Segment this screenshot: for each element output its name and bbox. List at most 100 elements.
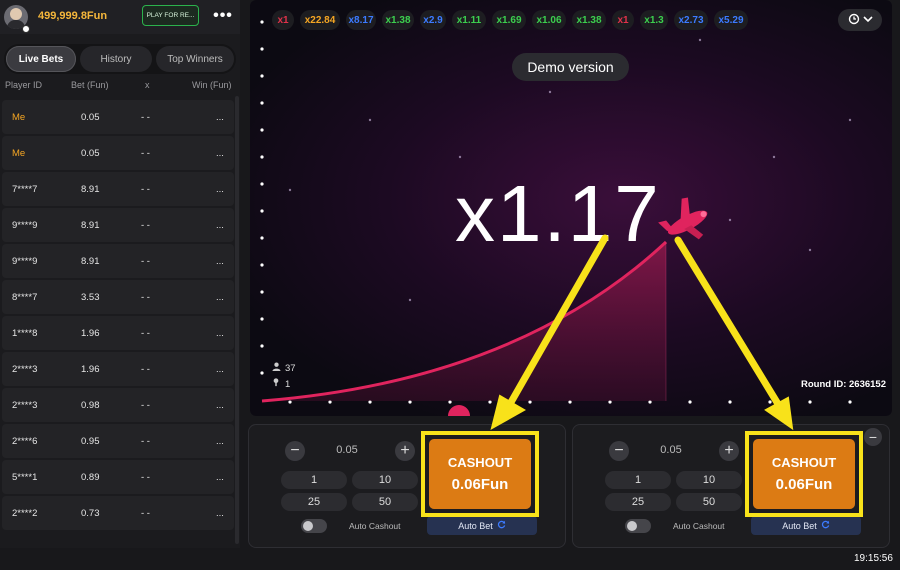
bet-amount: 0.89 bbox=[81, 472, 100, 483]
win-amount: ... bbox=[216, 220, 224, 231]
win-amount: ... bbox=[216, 328, 224, 339]
more-menu-button[interactable]: ••• bbox=[208, 3, 238, 29]
bet-multiplier: - - bbox=[141, 256, 150, 267]
bet-multiplier: - - bbox=[141, 184, 150, 195]
bets-sidebar: 499,999.8Fun PLAY FOR RE... ••• Live Bet… bbox=[0, 0, 240, 548]
quick-bet-button[interactable]: 1 bbox=[605, 471, 671, 489]
tab-live-bets[interactable]: Live Bets bbox=[6, 46, 76, 72]
cashout-button[interactable]: CASHOUT 0.06Fun bbox=[429, 439, 531, 509]
increase-bet-button[interactable]: + bbox=[395, 441, 415, 461]
bet-amount: 8.91 bbox=[81, 256, 100, 267]
cashout-highlight: CASHOUT 0.06Fun bbox=[421, 431, 539, 517]
bet-amount: 1.96 bbox=[81, 364, 100, 375]
tab-top-winners[interactable]: Top Winners bbox=[156, 46, 234, 72]
bet-row: Me 0.05 - -... bbox=[2, 100, 234, 134]
current-multiplier: x1.17 bbox=[455, 169, 661, 258]
y-axis-dot bbox=[260, 209, 264, 213]
bet-row: 9****9 8.91 - -... bbox=[2, 244, 234, 278]
win-amount: ... bbox=[216, 256, 224, 267]
bet-row: 2****3 0.98 - -... bbox=[2, 388, 234, 422]
auto-bet-label: Auto Bet bbox=[458, 520, 493, 531]
star bbox=[458, 155, 462, 159]
avatar-status-dot bbox=[22, 25, 30, 33]
refresh-icon bbox=[821, 520, 830, 531]
auto-cashout-label: Auto Cashout bbox=[673, 521, 725, 531]
bet-amount: 0.95 bbox=[81, 436, 100, 447]
quick-bet-button[interactable]: 10 bbox=[352, 471, 418, 489]
bet-amount: 0.05 bbox=[81, 112, 100, 123]
quick-bet-button[interactable]: 10 bbox=[676, 471, 742, 489]
auto-cashout-toggle[interactable] bbox=[625, 519, 651, 533]
history-multiplier-chip[interactable]: x1 bbox=[612, 10, 634, 30]
y-axis-dot bbox=[260, 182, 264, 186]
bet-row: 9****9 8.91 - -... bbox=[2, 208, 234, 242]
history-multiplier-chip[interactable]: x1.38 bbox=[572, 10, 606, 30]
history-multiplier-chip[interactable]: x1.06 bbox=[532, 10, 566, 30]
x-axis-dot bbox=[688, 400, 692, 404]
star bbox=[772, 155, 776, 159]
game-canvas: x1 x22.84 x8.17 x1.38 x2.9 x1.11 x1.69 x1.06 x1.… bbox=[250, 0, 892, 416]
quick-bet-button[interactable]: 25 bbox=[281, 493, 347, 511]
y-axis-dot bbox=[260, 263, 264, 267]
bet-amount-input[interactable]: 0.05 bbox=[327, 444, 367, 456]
round-indicator bbox=[448, 405, 470, 416]
history-toggle-button[interactable] bbox=[838, 9, 882, 31]
history-multiplier-chip[interactable]: x1.11 bbox=[452, 10, 486, 30]
play-for-real-button[interactable]: PLAY FOR RE... bbox=[142, 5, 199, 26]
bet-amount-stepper: − 0.05 + bbox=[279, 441, 415, 461]
history-multiplier-chip[interactable]: x8.17 bbox=[346, 10, 376, 30]
player-id: Me bbox=[12, 148, 26, 159]
cashout-button[interactable]: CASHOUT 0.06Fun bbox=[753, 439, 855, 509]
bet-amount: 8.91 bbox=[81, 184, 100, 195]
history-multiplier-chip[interactable]: x1.69 bbox=[492, 10, 526, 30]
decrease-bet-button[interactable]: − bbox=[609, 441, 629, 461]
col-win: Win (Fun) bbox=[192, 80, 232, 90]
bets-scrollbar[interactable] bbox=[235, 96, 239, 544]
history-multiplier-chip[interactable]: x1 bbox=[272, 10, 294, 30]
history-multiplier-chip[interactable]: x1.3 bbox=[640, 10, 668, 30]
auto-bet-button[interactable]: Auto Bet bbox=[751, 516, 861, 535]
quick-bet-button[interactable]: 50 bbox=[676, 493, 742, 511]
bet-row: 8****7 3.53 - -... bbox=[2, 280, 234, 314]
bet-multiplier: - - bbox=[141, 364, 150, 375]
decrease-bet-button[interactable]: − bbox=[285, 441, 305, 461]
tab-history[interactable]: History bbox=[80, 46, 152, 72]
player-id: 2****6 bbox=[12, 436, 38, 447]
y-axis-dot bbox=[260, 74, 264, 78]
history-multiplier-chip[interactable]: x22.84 bbox=[300, 10, 340, 30]
remove-bet-panel-button[interactable]: − bbox=[864, 428, 882, 446]
increase-bet-button[interactable]: + bbox=[719, 441, 739, 461]
star bbox=[808, 248, 812, 252]
clock: 19:15:56 bbox=[854, 553, 893, 564]
quick-bet-button[interactable]: 1 bbox=[281, 471, 347, 489]
bets-tabs: Live Bets History Top Winners bbox=[4, 44, 236, 74]
auto-cashout-toggle[interactable] bbox=[301, 519, 327, 533]
bet-multiplier: - - bbox=[141, 148, 150, 159]
history-multiplier-chip[interactable]: x2.73 bbox=[674, 10, 708, 30]
bet-amount-input[interactable]: 0.05 bbox=[651, 444, 691, 456]
cashout-highlight: CASHOUT 0.06Fun bbox=[745, 431, 863, 517]
quick-bet-button[interactable]: 50 bbox=[352, 493, 418, 511]
y-axis-dot bbox=[260, 236, 264, 240]
bet-row: 2****3 1.96 - -... bbox=[2, 352, 234, 386]
star bbox=[408, 298, 412, 302]
history-multiplier-chip[interactable]: x2.9 bbox=[420, 10, 446, 30]
star bbox=[728, 218, 732, 222]
players-count: 37 bbox=[285, 362, 296, 374]
player-id: 9****9 bbox=[12, 256, 38, 267]
quick-bet-button[interactable]: 25 bbox=[605, 493, 671, 511]
round-stats: 37 1 bbox=[272, 362, 296, 390]
history-multiplier-chip[interactable]: x1.38 bbox=[382, 10, 414, 30]
win-amount: ... bbox=[216, 436, 224, 447]
star bbox=[848, 118, 852, 122]
y-axis-dot bbox=[260, 371, 264, 375]
bet-row: 1****8 1.96 - -... bbox=[2, 316, 234, 350]
bet-row: Me 0.05 - -... bbox=[2, 136, 234, 170]
history-multiplier-chip[interactable]: x5.29 bbox=[714, 10, 748, 30]
win-amount: ... bbox=[216, 112, 224, 123]
auto-bet-button[interactable]: Auto Bet bbox=[427, 516, 537, 535]
win-amount: ... bbox=[216, 148, 224, 159]
x-axis-dot bbox=[848, 400, 852, 404]
win-amount: ... bbox=[216, 508, 224, 519]
col-x: x bbox=[145, 80, 150, 90]
